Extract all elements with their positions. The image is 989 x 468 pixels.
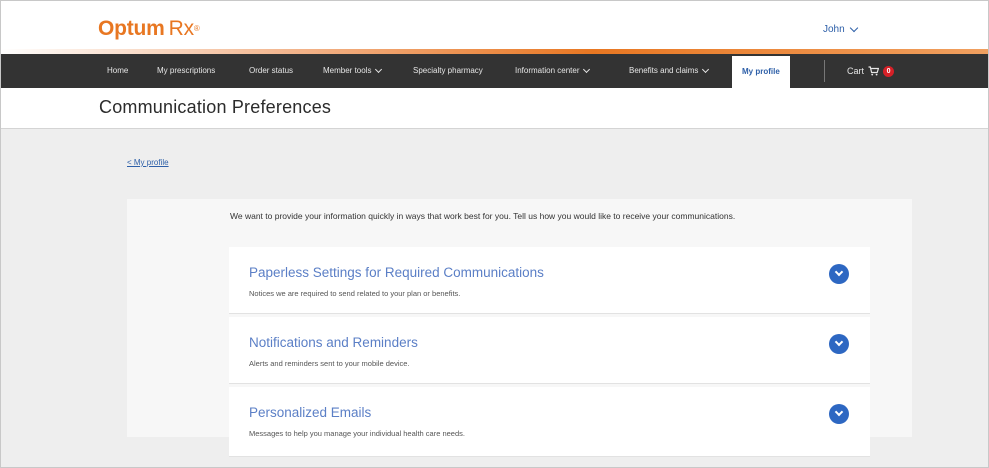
user-name: John [823, 24, 845, 35]
intro-text: We want to provide your information quic… [230, 211, 736, 221]
main-nav: Home My prescriptions Order status Membe… [1, 54, 988, 88]
nav-item-label: Benefits and claims [629, 66, 699, 75]
optum-rx-logo[interactable]: Optum Rx® [98, 17, 200, 41]
shopping-cart-icon [868, 66, 880, 76]
nav-item-label: Specialty pharmacy [413, 66, 483, 75]
nav-item-specialty-pharmacy[interactable]: Specialty pharmacy [413, 54, 483, 88]
expand-button[interactable] [829, 404, 849, 424]
section-title: Personalized Emails [249, 405, 372, 420]
nav-item-benefits-and-claims[interactable]: Benefits and claims [629, 54, 710, 88]
expand-button[interactable] [829, 334, 849, 354]
nav-item-home[interactable]: Home [107, 54, 128, 88]
user-menu[interactable]: John [823, 23, 858, 35]
nav-item-my-prescriptions[interactable]: My prescriptions [157, 54, 215, 88]
nav-item-label: My prescriptions [157, 66, 216, 75]
nav-item-label: Home [107, 66, 129, 75]
back-to-my-profile-link[interactable]: < My profile [127, 158, 169, 167]
cart-button[interactable]: Cart 0 [847, 54, 895, 88]
chevron-down-icon [583, 65, 591, 74]
nav-item-my-profile[interactable]: My profile [732, 56, 790, 88]
expand-button[interactable] [829, 264, 849, 284]
logo-brand: Optum [98, 17, 165, 40]
chevron-down-icon [834, 267, 844, 277]
section-description: Notices we are required to send related … [249, 289, 461, 298]
cart-count-badge: 0 [883, 65, 895, 77]
section-personalized-emails[interactable]: Personalized Emails Messages to help you… [229, 387, 870, 457]
nav-item-label: Member tools [323, 66, 372, 75]
chevron-down-icon [375, 65, 383, 74]
nav-item-information-center[interactable]: Information center [515, 54, 591, 88]
nav-item-member-tools[interactable]: Member tools [323, 54, 383, 88]
section-title: Paperless Settings for Required Communic… [249, 265, 544, 280]
chevron-down-icon [834, 407, 844, 417]
chevron-down-icon [849, 23, 858, 33]
section-paperless-settings[interactable]: Paperless Settings for Required Communic… [229, 247, 870, 314]
nav-item-label: Information center [515, 66, 580, 75]
logo-suffix: Rx [168, 17, 194, 40]
logo-registered-mark: ® [193, 24, 200, 33]
page-title-bar: Communication Preferences [1, 88, 988, 129]
nav-item-label: Order status [249, 66, 294, 75]
chevron-down-icon [834, 337, 844, 347]
chevron-down-icon [702, 65, 710, 74]
nav-item-order-status[interactable]: Order status [249, 54, 293, 88]
section-notifications-and-reminders[interactable]: Notifications and Reminders Alerts and r… [229, 317, 870, 384]
top-header: Optum Rx® John [1, 1, 988, 49]
app-window: Optum Rx® John Home My prescriptions Orde… [0, 0, 989, 468]
nav-item-label: My profile [742, 67, 780, 76]
section-description: Alerts and reminders sent to your mobile… [249, 359, 410, 368]
page-title: Communication Preferences [99, 97, 332, 117]
cart-label: Cart [847, 66, 865, 76]
section-description: Messages to help you manage your individ… [249, 429, 465, 438]
section-title: Notifications and Reminders [249, 335, 418, 350]
nav-divider [824, 60, 825, 82]
